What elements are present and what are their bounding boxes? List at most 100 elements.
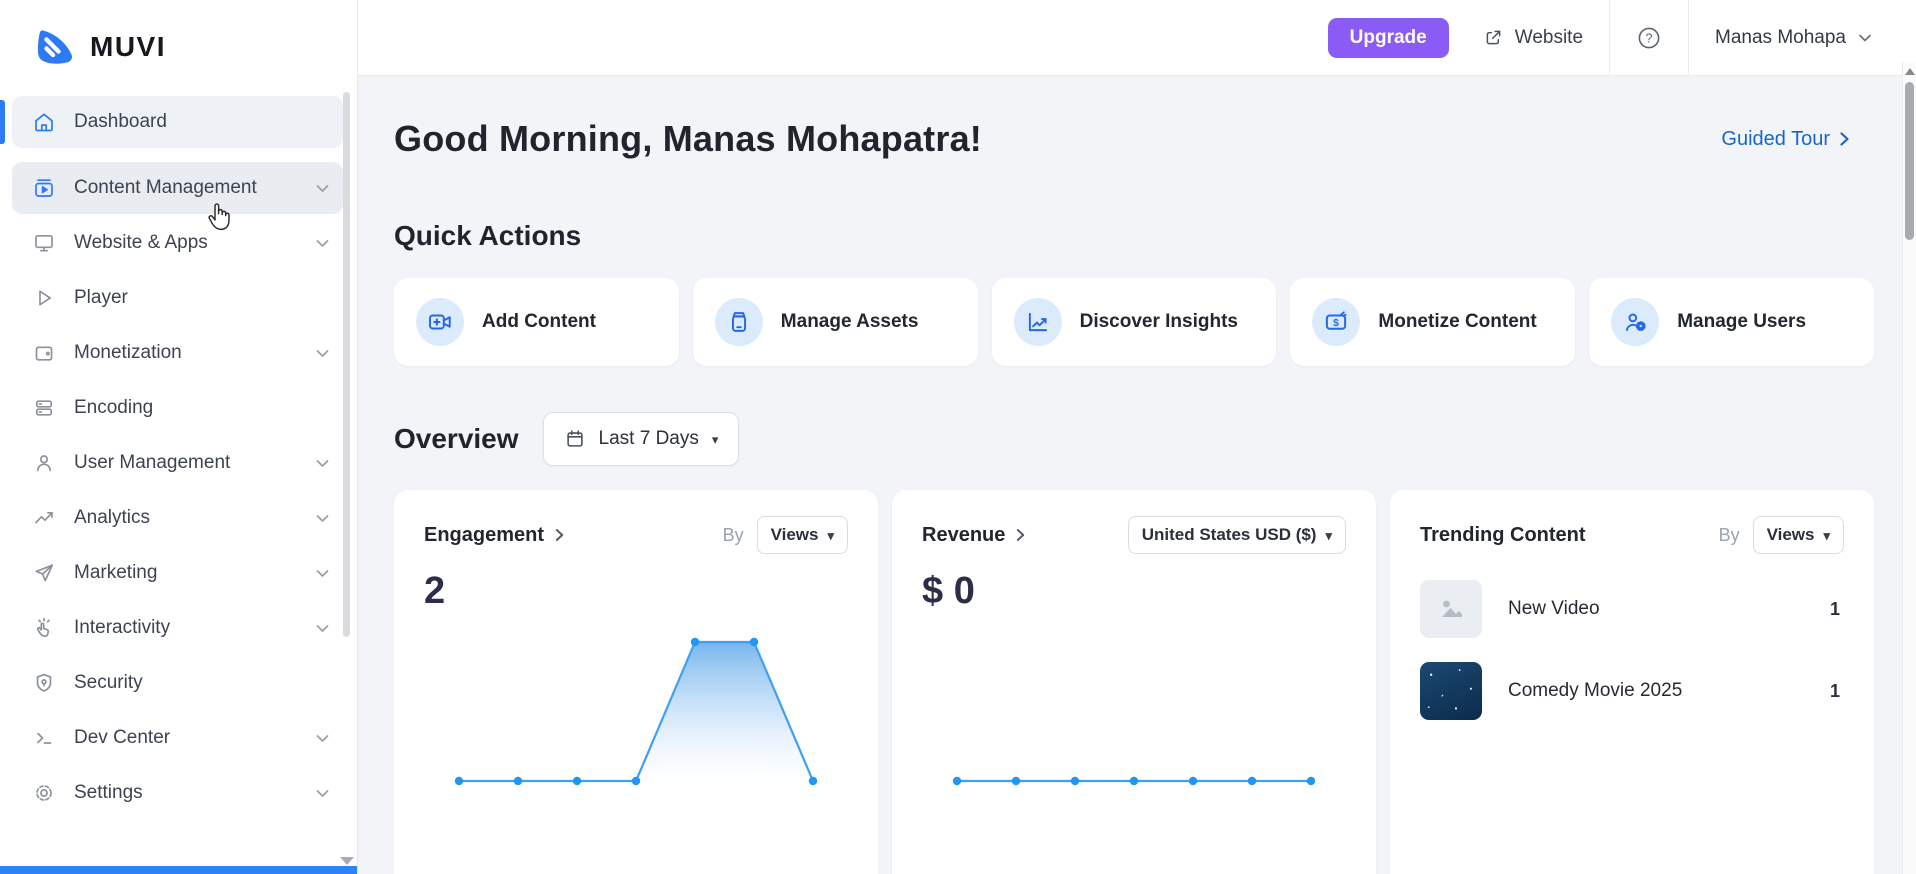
trending-content-card: Trending Content By Views ▾: [1390, 490, 1874, 874]
add-content-card[interactable]: Add Content: [394, 278, 679, 366]
active-indicator: [0, 100, 5, 144]
sidebar-item-user-management[interactable]: User Management: [12, 437, 343, 489]
chevron-right-icon: [1839, 131, 1850, 147]
quick-action-label: Manage Assets: [781, 311, 919, 333]
trending-metric-selector[interactable]: Views ▾: [1753, 516, 1844, 554]
engagement-link[interactable]: Engagement: [424, 524, 564, 547]
content-library-icon: [32, 176, 56, 200]
sidebar-item-security[interactable]: Security: [12, 657, 343, 709]
sidebar-item-label: Dashboard: [74, 111, 343, 133]
sidebar-item-label: Player: [74, 287, 343, 309]
guided-tour-link[interactable]: Guided Tour: [1721, 128, 1850, 151]
guided-tour-label: Guided Tour: [1721, 128, 1830, 151]
video-thumbnail-placeholder: [1420, 580, 1482, 638]
sidebar-item-label: User Management: [74, 452, 298, 474]
caret-down-icon: ▾: [1325, 529, 1332, 542]
upgrade-button[interactable]: Upgrade: [1328, 18, 1449, 58]
help-button[interactable]: ?: [1636, 25, 1662, 51]
monetize-icon: $: [1323, 309, 1349, 335]
trending-row[interactable]: New Video 1: [1420, 580, 1844, 638]
quick-action-label: Add Content: [482, 311, 596, 333]
video-plus-icon: [427, 309, 453, 335]
sidebar-scroll-down-arrow[interactable]: [340, 857, 354, 865]
trending-row[interactable]: Comedy Movie 2025 1: [1420, 662, 1844, 720]
sidebar-item-dashboard[interactable]: Dashboard: [12, 96, 343, 148]
icon-circle: [416, 298, 464, 346]
sidebar-item-label: Website & Apps: [74, 232, 298, 254]
chevron-right-icon: [555, 528, 564, 542]
sidebar-item-analytics[interactable]: Analytics: [12, 492, 343, 544]
icon-circle: [1014, 298, 1062, 346]
svg-text:?: ?: [1646, 31, 1653, 45]
video-thumbnail: [1420, 662, 1482, 720]
monitor-icon: [32, 231, 56, 255]
chevron-down-icon: [316, 232, 329, 254]
sidebar-item-label: Monetization: [74, 342, 298, 364]
manage-users-card[interactable]: Manage Users: [1589, 278, 1874, 366]
sidebar-item-encoding[interactable]: Encoding: [12, 382, 343, 434]
currency-selector[interactable]: United States USD ($) ▾: [1128, 516, 1346, 554]
revenue-link[interactable]: Revenue: [922, 524, 1025, 547]
by-label: By: [723, 525, 744, 546]
sidebar-item-label: Security: [74, 672, 343, 694]
sidebar-item-dev-center[interactable]: Dev Center: [12, 712, 343, 764]
send-icon: [32, 561, 56, 585]
trending-item-count: 1: [1830, 599, 1844, 620]
discover-insights-card[interactable]: Discover Insights: [992, 278, 1277, 366]
user-name: Manas Mohapa: [1715, 27, 1846, 49]
terminal-icon: [32, 726, 56, 750]
chevron-down-icon: [316, 562, 329, 584]
sidebar-item-label: Settings: [74, 782, 298, 804]
sidebar-item-label: Analytics: [74, 507, 298, 529]
topbar-divider: [1688, 0, 1689, 76]
metric-label: Views: [771, 525, 819, 545]
card-title: Trending Content: [1420, 524, 1586, 547]
sidebar-item-monetization[interactable]: Monetization: [12, 327, 343, 379]
overview-cards-row: Engagement By Views ▾ 2: [394, 490, 1884, 874]
quick-action-label: Manage Users: [1677, 311, 1806, 333]
trend-up-icon: [32, 506, 56, 530]
chevron-down-icon: [316, 507, 329, 529]
page-scrollbar-thumb[interactable]: [1905, 82, 1914, 240]
quick-actions-row: Add Content Manage Assets: [394, 278, 1884, 366]
revenue-line-chart: [922, 617, 1346, 803]
sidebar: MUVI Dashboard Content Management: [0, 0, 358, 874]
interactive-tap-icon: [32, 616, 56, 640]
sidebar-item-label: Content Management: [74, 177, 298, 199]
topbar: Upgrade Website ? Manas Mohapa: [358, 0, 1916, 76]
manage-assets-card[interactable]: Manage Assets: [693, 278, 978, 366]
trending-item-count: 1: [1830, 681, 1844, 702]
user-menu[interactable]: Manas Mohapa: [1715, 27, 1872, 49]
chevron-down-icon: [316, 452, 329, 474]
server-stack-icon: [32, 396, 56, 420]
sidebar-item-player[interactable]: Player: [12, 272, 343, 324]
chevron-down-icon: [316, 617, 329, 639]
sidebar-item-settings[interactable]: Settings: [12, 767, 343, 819]
website-link[interactable]: Website: [1483, 27, 1583, 49]
page-scrollbar[interactable]: [1902, 62, 1916, 874]
scroll-up-arrow[interactable]: [1905, 68, 1915, 75]
asset-box-icon: [726, 309, 752, 335]
sidebar-item-content-management[interactable]: Content Management: [12, 162, 343, 214]
main-area: Upgrade Website ? Manas Mohapa Good Morn…: [358, 0, 1916, 874]
date-range-selector[interactable]: Last 7 Days ▾: [543, 412, 740, 466]
sidebar-item-interactivity[interactable]: Interactivity: [12, 602, 343, 654]
topbar-divider: [1609, 0, 1610, 76]
monetize-content-card[interactable]: $ Monetize Content: [1290, 278, 1575, 366]
user-icon: [32, 451, 56, 475]
trending-item-title: Comedy Movie 2025: [1508, 680, 1804, 702]
sidebar-scrollbar-thumb[interactable]: [343, 92, 350, 637]
mouse-cursor-hand: [206, 200, 236, 232]
currency-label: United States USD ($): [1142, 525, 1317, 545]
brand-logo[interactable]: MUVI: [0, 0, 357, 68]
sidebar-item-website-apps[interactable]: Website & Apps: [12, 217, 343, 269]
external-link-icon: [1483, 27, 1504, 48]
engagement-metric-selector[interactable]: Views ▾: [757, 516, 848, 554]
sidebar-nav: Dashboard Content Management Website & A…: [0, 96, 357, 819]
bottom-blue-bar: [0, 866, 357, 874]
quick-actions-title: Quick Actions: [394, 220, 1884, 252]
caret-down-icon: ▾: [1823, 529, 1830, 542]
engagement-value: 2: [424, 570, 848, 613]
calendar-icon: [564, 428, 586, 450]
sidebar-item-marketing[interactable]: Marketing: [12, 547, 343, 599]
